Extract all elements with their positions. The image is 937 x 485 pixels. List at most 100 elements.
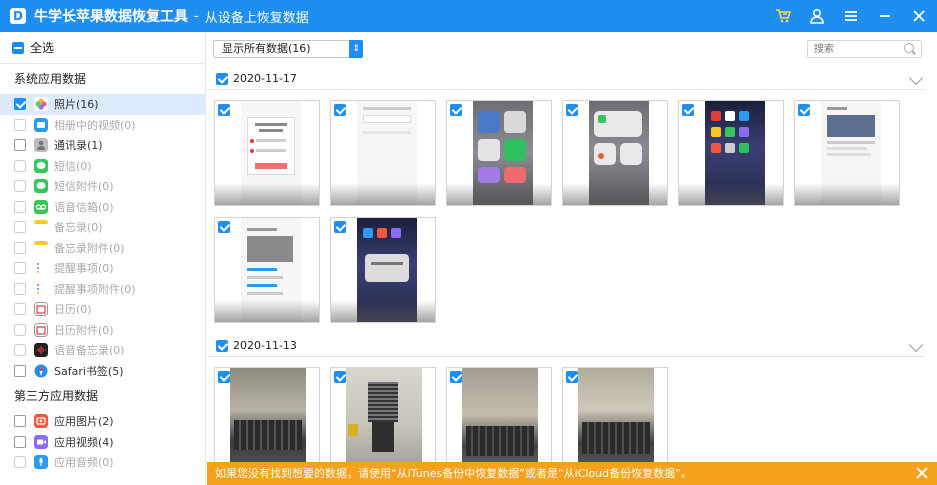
photo-checkbox[interactable] [218,104,230,116]
category-checkbox[interactable] [14,98,26,111]
category-notes[interactable]: 备忘录(0) [0,217,205,238]
reminders-icon [34,261,48,276]
reminders-attachment-icon [34,281,48,296]
category-checkbox[interactable] [14,262,26,275]
category-checkbox[interactable] [14,139,26,152]
photo-checkbox[interactable] [566,104,578,116]
category-checkbox[interactable] [14,282,26,295]
select-all-row[interactable]: 全选 [0,32,205,64]
photo-thumbnail[interactable] [214,367,320,473]
photo-thumbnail[interactable] [446,100,552,206]
user-icon[interactable] [809,8,825,24]
category-checkbox[interactable] [14,200,26,213]
photo-checkbox[interactable] [218,221,230,233]
category-checkbox[interactable] [14,364,26,377]
category-label: 短信(0) [54,159,92,173]
category-checkbox[interactable] [14,180,26,193]
category-checkbox[interactable] [14,456,26,469]
photo-checkbox[interactable] [682,104,694,116]
photo-checkbox[interactable] [450,371,462,383]
category-calendar[interactable]: 日历(0) [0,299,205,320]
category-sidebar: 全选 系统应用数据 照片(16) 相册中的视频(0) 通讯录(1) 短信(0) … [0,32,206,485]
photo-thumbnail[interactable] [330,367,436,473]
category-album-videos[interactable]: 相册中的视频(0) [0,115,205,136]
menu-icon[interactable] [843,8,859,24]
filter-dropdown[interactable]: 显示所有数据(16) ⇕ [213,40,363,58]
category-checkbox[interactable] [14,241,26,254]
hint-text: 如果您没有找到想要的数据，请使用“从iTunes备份中恢复数据”或者是“从iCl… [215,467,692,480]
category-notes-attachments[interactable]: 备忘录附件(0) [0,238,205,259]
photo-checkbox[interactable] [334,221,346,233]
section-title-third-party: 第三方应用数据 [14,389,99,403]
category-app-photos[interactable]: 应用图片(2) [0,411,205,432]
photo-thumbnail[interactable] [446,367,552,473]
photo-thumbnail[interactable] [214,217,320,323]
category-checkbox[interactable] [14,221,26,234]
window-subtitle: 从设备上恢复数据 [204,10,309,26]
section-title-system: 系统应用数据 [14,72,87,86]
notes-icon [34,220,48,235]
photo-thumbnail[interactable] [562,367,668,473]
category-label: 语音备忘录(0) [54,344,125,358]
app-photos-icon [34,414,48,429]
category-label: 备忘录(0) [54,221,103,235]
date-group-checkbox[interactable] [216,72,228,85]
close-icon[interactable] [915,466,929,480]
photo-thumbnail[interactable] [330,217,436,323]
category-messages-attachments[interactable]: 短信附件(0) [0,176,205,197]
select-all-checkbox[interactable] [12,41,24,54]
category-checkbox[interactable] [14,344,26,357]
photo-checkbox[interactable] [566,371,578,383]
category-checkbox[interactable] [14,323,26,336]
category-calendar-attachments[interactable]: 日历附件(0) [0,320,205,341]
minimize-icon[interactable] [877,8,893,24]
category-label: 短信附件(0) [54,180,114,194]
photo-checkbox[interactable] [798,104,810,116]
category-messages[interactable]: 短信(0) [0,156,205,177]
category-label: 语音信箱(0) [54,200,114,214]
date-group-checkbox[interactable] [216,339,228,352]
photo-checkbox[interactable] [334,104,346,116]
dropdown-arrow-icon[interactable]: ⇕ [349,40,363,58]
photo-thumbnail[interactable] [214,100,320,206]
category-reminders-attachments[interactable]: 提醒事项附件(0) [0,279,205,300]
category-reminders[interactable]: 提醒事项(0) [0,258,205,279]
photo-thumbnail[interactable] [330,100,436,206]
category-safari-bookmarks[interactable]: Safari书签(5) [0,361,205,382]
category-label: 通讯录(1) [54,139,103,153]
category-voicemail[interactable]: 语音信箱(0) [0,197,205,218]
search-icon[interactable] [904,43,914,53]
calendar-attachment-icon [34,322,48,337]
title-bar: D 牛学长苹果数据恢复工具 - 从设备上恢复数据 [0,0,937,32]
date-group-header[interactable]: 2020-11-13 [207,335,925,357]
category-voice-memos[interactable]: 语音备忘录(0) [0,340,205,361]
photo-checkbox[interactable] [450,104,462,116]
category-photos[interactable]: 照片(16) [0,94,205,115]
category-checkbox[interactable] [14,118,26,131]
photo-checkbox[interactable] [334,371,346,383]
category-checkbox[interactable] [14,159,26,172]
cart-icon[interactable] [775,8,791,24]
photo-checkbox[interactable] [218,371,230,383]
photo-thumbnail[interactable] [678,100,784,206]
category-checkbox[interactable] [14,303,26,316]
category-app-videos[interactable]: 应用视频(4) [0,432,205,453]
app-logo-icon: D [10,8,26,24]
contacts-icon [34,138,48,153]
photo-preview [230,368,306,472]
category-label: 应用视频(4) [54,435,114,449]
category-app-audio[interactable]: 应用音频(0) [0,452,205,473]
category-checkbox[interactable] [14,435,26,448]
chevron-down-icon[interactable] [908,70,924,86]
category-label: 提醒事项(0) [54,262,114,276]
photo-thumbnail[interactable] [794,100,900,206]
date-group-header[interactable]: 2020-11-17 [207,68,925,90]
close-icon[interactable] [911,8,927,24]
main-content: 显示所有数据(16) ⇕ 2020-11-17 [207,32,937,485]
category-label: 应用音频(0) [54,456,114,470]
category-contacts[interactable]: 通讯录(1) [0,135,205,156]
toolbar: 显示所有数据(16) ⇕ [207,32,937,64]
category-checkbox[interactable] [14,415,26,428]
photo-thumbnail[interactable] [562,100,668,206]
chevron-down-icon[interactable] [908,337,924,353]
